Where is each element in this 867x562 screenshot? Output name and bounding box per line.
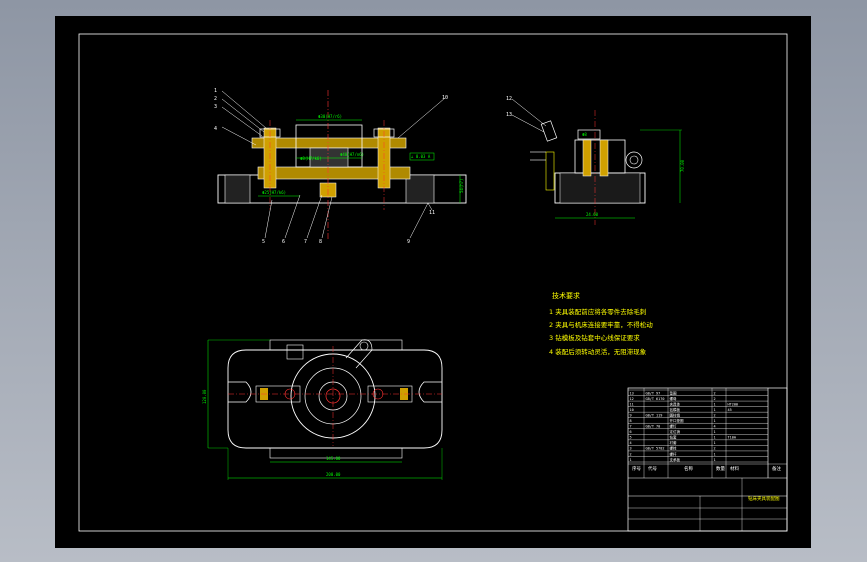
dim-d5: 54(h7) bbox=[459, 179, 464, 193]
bom-cell: 钻模板 bbox=[670, 407, 681, 412]
bom-cell: 支承板 bbox=[670, 457, 681, 462]
leader-9: 9 bbox=[407, 239, 410, 245]
header-material: 材料 bbox=[730, 465, 739, 472]
leader-labels-side: 12 13 bbox=[506, 96, 512, 118]
dim-d3: Φ25(H7/k6) bbox=[262, 190, 286, 195]
bom-cell: 1 bbox=[714, 430, 716, 434]
leader-11: 11 bbox=[429, 210, 435, 216]
bom-cell: 7 bbox=[630, 425, 632, 429]
bom-cell: 圆柱销 bbox=[670, 412, 681, 417]
bom-cell: 4 bbox=[714, 425, 716, 429]
bom-cell: 13 bbox=[630, 391, 634, 395]
bom-cell: GB/T 70 bbox=[646, 425, 661, 429]
notes-line-2: 2 夹具与机床连接要牢靠，不得松动 bbox=[549, 320, 653, 329]
cad-window: Φ30(H7/r6) Φ40(H7/n6) Φ25(H7/k6) ⊥ 0.03 … bbox=[0, 0, 867, 562]
bom-cell: 2 bbox=[714, 397, 716, 401]
bom-cell: 1 bbox=[714, 408, 716, 412]
bom-cell: 钻套 bbox=[670, 435, 678, 440]
front-view-vertical-dim: 54(h7) bbox=[459, 179, 464, 193]
leader-5: 5 bbox=[262, 239, 265, 245]
bom-cell: HT200 bbox=[728, 402, 739, 406]
bom-cell: 1 bbox=[714, 441, 716, 445]
dim-d4: Φ40(H7/n6) bbox=[340, 152, 364, 157]
bom-cell: 2 bbox=[714, 447, 716, 451]
bom-cell: 6 bbox=[630, 430, 632, 434]
bom-cell: GB/T 6170 bbox=[646, 397, 665, 401]
bom-cell: 垫圈 bbox=[670, 390, 678, 395]
bom-cell: 螺栓 bbox=[670, 446, 678, 451]
leader-2: 2 bbox=[214, 96, 217, 102]
leader-3: 3 bbox=[214, 104, 217, 110]
title-block bbox=[627, 387, 788, 532]
leader-7: 7 bbox=[304, 239, 307, 245]
bom-cell: 12 bbox=[630, 397, 634, 401]
drawing-canvas: Φ30(H7/r6) Φ40(H7/n6) Φ25(H7/k6) ⊥ 0.03 … bbox=[78, 33, 788, 532]
bom-cell: 1 bbox=[714, 452, 716, 456]
leader-4: 4 bbox=[214, 126, 217, 132]
dim-d1: Φ8(H7/k6) bbox=[300, 156, 322, 161]
bom-cell: 衬套 bbox=[670, 440, 678, 445]
notes-line-4: 4 装配后须转动灵活，无阻滞现象 bbox=[549, 347, 647, 356]
bom-cell: 11 bbox=[630, 402, 634, 406]
side-view-vertical-dim: 70.00 bbox=[680, 159, 685, 172]
dim-d12: 200.00 bbox=[326, 472, 341, 477]
leader-1: 1 bbox=[214, 88, 217, 94]
leader-12: 12 bbox=[506, 96, 512, 102]
bom-cell: 8 bbox=[630, 419, 632, 423]
top-view-vertical-dim: 120.00 bbox=[202, 389, 207, 404]
drawing-name: 钻床夹具装配图 bbox=[748, 495, 780, 502]
bom-cell: 2 bbox=[630, 452, 632, 456]
title-block-text: 钻床夹具装配图 序号 代号 名称 数量 材料 备注 bbox=[632, 465, 781, 502]
technical-notes: 技术要求 1 夹具装配前应将各零件去除毛刺 2 夹具与机床连接要牢靠，不得松动 … bbox=[549, 291, 653, 356]
bom-cell: GB/T 97 bbox=[646, 391, 661, 395]
bom-cell: 1 bbox=[714, 402, 716, 406]
bom-cell: 1 bbox=[714, 419, 716, 423]
bom-cell: 夹具体 bbox=[670, 401, 681, 406]
bom-cell: 定位销 bbox=[670, 429, 681, 434]
bom-cell: 9 bbox=[630, 413, 632, 417]
notes-heading: 技术要求 bbox=[552, 291, 580, 300]
front-view-dims: Φ30(H7/r6) Φ40(H7/n6) Φ25(H7/k6) ⊥ 0.03 … bbox=[262, 114, 431, 195]
leader-13: 13 bbox=[506, 112, 512, 118]
header-remark: 备注 bbox=[772, 465, 781, 472]
leader-10: 10 bbox=[442, 95, 448, 101]
header-name: 名称 bbox=[684, 465, 693, 472]
side-view bbox=[530, 110, 682, 225]
bom-cell: 螺母 bbox=[670, 396, 678, 401]
bom-cell: 3 bbox=[630, 447, 632, 451]
notes-line-1: 1 夹具装配前应将各零件去除毛刺 bbox=[549, 307, 646, 316]
front-view bbox=[217, 90, 467, 240]
dim-d9: 70.00 bbox=[680, 159, 685, 172]
bom-cell: 螺杆 bbox=[670, 451, 678, 456]
bom-cell: 4 bbox=[630, 441, 632, 445]
dim-d11: 145.00 bbox=[326, 456, 341, 461]
header-code: 代号 bbox=[648, 465, 657, 472]
bom-cell: 1 bbox=[714, 458, 716, 462]
dim-d2: Φ30(H7/r6) bbox=[318, 114, 342, 119]
bom-cell: T10A bbox=[728, 436, 737, 440]
header-qty: 数量 bbox=[716, 465, 725, 472]
header-no: 序号 bbox=[632, 465, 641, 472]
bom-cell: 开口垫圈 bbox=[670, 418, 684, 423]
bom-cell: 1 bbox=[630, 458, 632, 462]
bom-cell: 1 bbox=[714, 436, 716, 440]
top-view bbox=[207, 339, 443, 480]
bom-cell: 5 bbox=[630, 436, 632, 440]
top-view-dims: 145.00 200.00 bbox=[326, 456, 341, 477]
leader-8: 8 bbox=[319, 239, 322, 245]
dim-tol: ⊥ 0.03 A bbox=[411, 154, 431, 159]
notes-line-3: 3 钻模板及钻套中心线保证要求 bbox=[549, 333, 640, 342]
dim-d7: 24.60 bbox=[586, 212, 599, 217]
leaders-side bbox=[511, 98, 547, 133]
bom-cell: GB/T 119 bbox=[646, 413, 663, 417]
bom-cell: 45 bbox=[728, 408, 732, 412]
dim-d10: 120.00 bbox=[202, 389, 207, 404]
bom-cell: 螺钉 bbox=[670, 424, 678, 429]
bom-cell: 10 bbox=[630, 408, 634, 412]
leader-6: 6 bbox=[282, 239, 285, 245]
bom-cell: 2 bbox=[714, 391, 716, 395]
bom-cell: GB/T 5782 bbox=[646, 447, 665, 451]
bom-cell: 2 bbox=[714, 413, 716, 417]
dim-d6: Φ8 bbox=[582, 132, 587, 137]
